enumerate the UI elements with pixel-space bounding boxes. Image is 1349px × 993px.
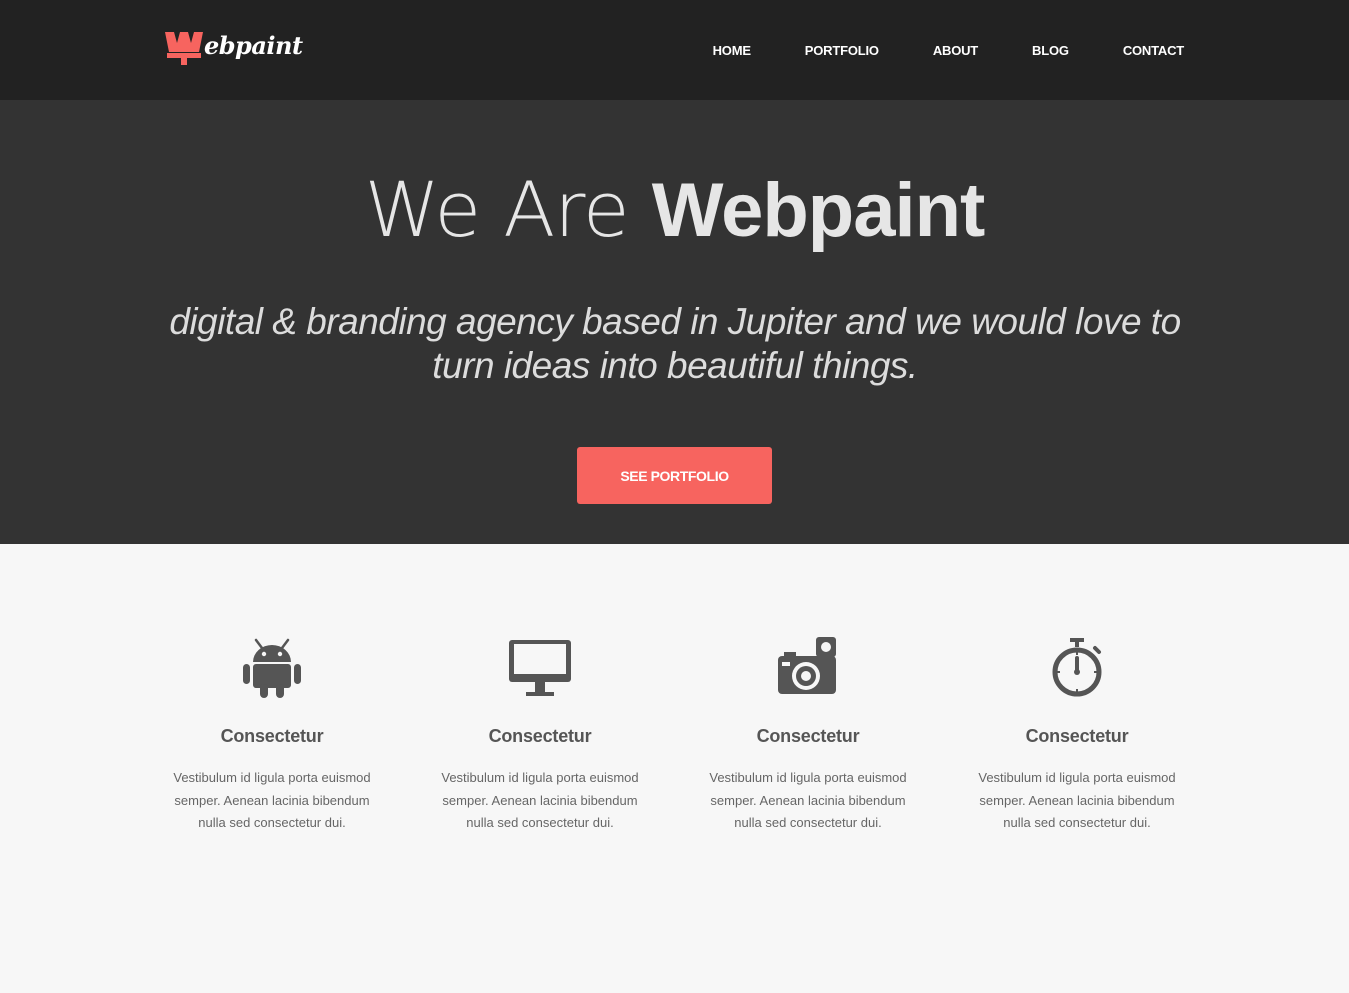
site-header: ebpaint HOME PORTFOLIO ABOUT BLOG CONTAC… — [0, 0, 1349, 100]
hero-title: We Are Webpaint — [0, 162, 1349, 259]
nav-item-blog[interactable]: BLOG — [1032, 43, 1069, 58]
nav-item-portfolio[interactable]: PORTFOLIO — [805, 43, 879, 58]
feature-text: Vestibulum id ligula porta euismod sempe… — [709, 770, 907, 830]
feature-card: Consectetur Vestibulum id ligula porta e… — [425, 636, 655, 835]
see-portfolio-button[interactable]: SEE PORTFOLIO — [577, 447, 772, 504]
hero-title-bold: Webpaint — [651, 168, 986, 253]
feature-text: Vestibulum id ligula porta euismod sempe… — [978, 770, 1176, 830]
logo-text: ebpaint — [204, 30, 303, 60]
feature-text: Vestibulum id ligula porta euismod sempe… — [441, 770, 639, 830]
stopwatch-icon — [1052, 638, 1102, 697]
feature-title: Consectetur — [488, 726, 592, 746]
feature-title: Consectetur — [756, 726, 860, 746]
android-icon — [243, 638, 301, 698]
hero-title-light: We Are — [364, 165, 652, 254]
feature-card: Consectetur Vestibulum id ligula porta e… — [157, 636, 387, 835]
feature-card: Consectetur Vestibulum id ligula porta e… — [962, 636, 1192, 835]
hero-section: We Are Webpaint digital & branding agenc… — [0, 100, 1349, 544]
nav-item-about[interactable]: ABOUT — [933, 43, 978, 58]
feature-title: Consectetur — [220, 726, 324, 746]
monitor-icon — [509, 640, 571, 696]
nav-item-home[interactable]: HOME — [713, 43, 751, 58]
camera-icon — [778, 637, 836, 694]
feature-card: Consectetur Vestibulum id ligula porta e… — [693, 636, 923, 835]
paint-brush-w-icon — [165, 32, 203, 65]
hero-subtitle: digital & branding agency based in Jupit… — [169, 301, 1181, 386]
feature-text: Vestibulum id ligula porta euismod sempe… — [173, 770, 371, 830]
features-section: Consectetur Vestibulum id ligula porta e… — [0, 544, 1349, 993]
feature-title: Consectetur — [1025, 726, 1129, 746]
logo[interactable]: ebpaint — [164, 30, 303, 66]
nav-item-contact[interactable]: CONTACT — [1123, 43, 1184, 58]
main-nav: HOME PORTFOLIO ABOUT BLOG CONTACT — [713, 0, 1185, 100]
